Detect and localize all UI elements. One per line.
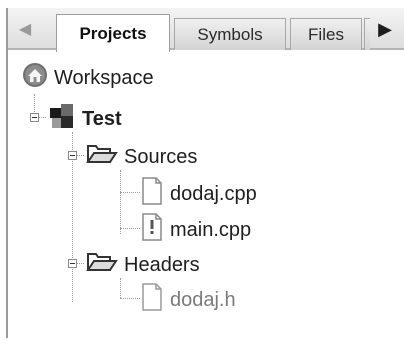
file-modified-icon — [140, 212, 164, 248]
collapse-toggle-test[interactable] — [30, 113, 39, 122]
tree-node-file[interactable]: dodaj.h — [140, 282, 236, 318]
tab-overflow[interactable] — [364, 18, 370, 50]
workspace-panel: ◀ Projects Symbols Files ▶ Workspace Tes… — [6, 8, 404, 338]
tree-line — [120, 170, 121, 234]
arrow-left-icon: ◀ — [18, 21, 32, 38]
tab-projects[interactable]: Projects — [56, 14, 170, 52]
collapse-toggle-headers[interactable] — [68, 259, 77, 268]
tree-label: Test — [82, 107, 122, 130]
project-icon — [48, 102, 76, 136]
tree-label: main.cpp — [170, 218, 252, 241]
file-icon — [140, 282, 164, 318]
tree-node-file[interactable]: main.cpp — [140, 212, 251, 248]
folder-open-icon — [86, 250, 118, 280]
tab-symbols[interactable]: Symbols — [174, 18, 286, 50]
tree-line — [120, 278, 121, 298]
scroll-left-button[interactable]: ◀ — [14, 14, 36, 44]
tree-label: dodaj.cpp — [170, 182, 257, 205]
tab-files[interactable]: Files — [290, 18, 362, 50]
workspace-icon — [22, 62, 48, 94]
tree-node-sources[interactable]: Sources — [86, 142, 197, 172]
collapse-toggle-sources[interactable] — [68, 151, 77, 160]
scroll-right-button[interactable]: ▶ — [374, 14, 396, 44]
file-icon — [140, 176, 164, 212]
tree-label: Sources — [124, 145, 198, 168]
project-tree: Workspace Test Sources dodaj.cpp main.cp… — [8, 52, 404, 338]
tree-label: Headers — [124, 253, 200, 276]
tree-line — [120, 192, 140, 193]
folder-open-icon — [86, 142, 118, 172]
tab-bar: ◀ Projects Symbols Files ▶ — [8, 8, 404, 52]
tab-label: Projects — [79, 23, 147, 43]
arrow-right-icon: ▶ — [378, 18, 392, 39]
tree-node-file[interactable]: dodaj.cpp — [140, 176, 257, 212]
tab-label: Symbols — [197, 24, 263, 44]
tree-node-workspace[interactable]: Workspace — [22, 62, 154, 94]
tree-node-headers[interactable]: Headers — [86, 250, 200, 280]
tree-label: dodaj.h — [170, 288, 236, 311]
tree-line — [120, 298, 140, 299]
tree-node-project-test[interactable]: Test — [48, 102, 122, 136]
tree-label: Workspace — [54, 66, 154, 89]
tab-label: Files — [308, 24, 344, 44]
tree-line — [120, 228, 140, 229]
